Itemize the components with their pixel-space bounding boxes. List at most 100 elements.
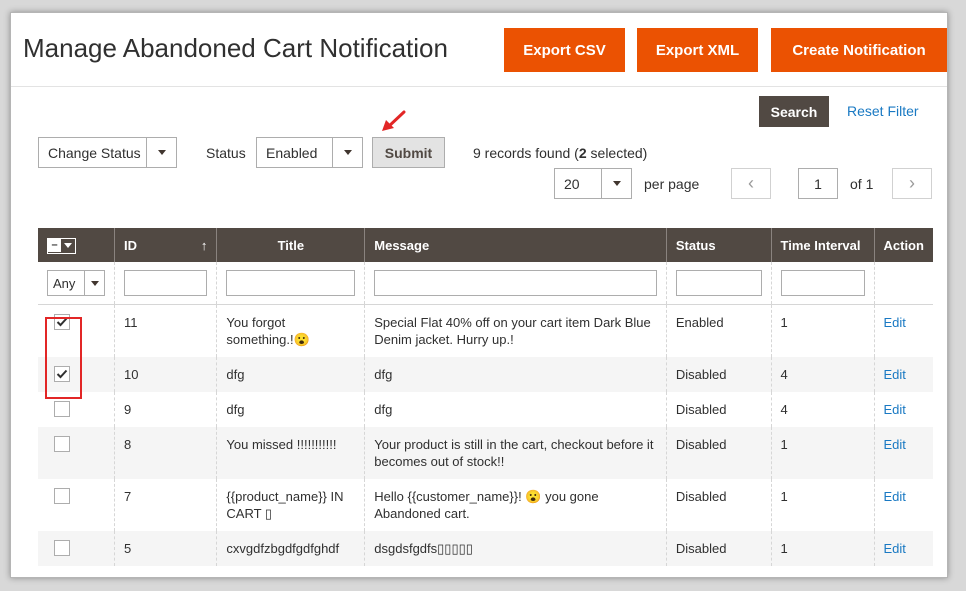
header-divider: [11, 86, 947, 87]
admin-page: Manage Abandoned Cart Notification Expor…: [10, 12, 948, 578]
row-action-cell: Edit: [873, 479, 933, 531]
row-status-cell: Disabled: [665, 427, 772, 479]
column-header-action: Action: [873, 228, 933, 262]
table-row: 5 cxvgdfzbgdfgdfghdf dsgdsfgdfs▯▯▯▯▯ Disabl…: [38, 531, 933, 566]
row-id-cell: 11: [113, 304, 217, 357]
row-checkbox-cell: [38, 531, 115, 566]
row-title-cell: dfg: [216, 392, 365, 427]
row-title-cell: You forgot something.!😮: [216, 304, 365, 357]
column-header-status[interactable]: Status: [665, 228, 772, 262]
prev-page-button[interactable]: ‹: [731, 168, 771, 199]
row-status-cell: Disabled: [665, 479, 772, 531]
filter-row: Any: [38, 262, 933, 305]
row-checkbox[interactable]: [54, 488, 70, 504]
column-header-id[interactable]: ID ↑: [113, 228, 217, 262]
page-number-input[interactable]: 1: [798, 168, 838, 199]
notifications-grid: – ID ↑ Title Message Status Time Interval…: [38, 228, 933, 566]
any-filter-select[interactable]: Any: [47, 270, 105, 296]
per-page-value: 20: [564, 175, 580, 192]
minus-icon: –: [48, 239, 61, 253]
table-row: 7 {{product_name}} IN CART ▯ Hello {{custo…: [38, 479, 933, 531]
row-checkbox[interactable]: [54, 540, 70, 556]
filter-cell-status: [665, 262, 772, 305]
row-action-cell: Edit: [873, 304, 933, 357]
table-row: 10 dfg dfg Disabled 4 Edit: [38, 357, 933, 392]
filter-cell-select: Any: [38, 262, 115, 305]
status-label: Status: [206, 145, 246, 161]
table-row: 11 You forgot something.!😮 Special Flat 40…: [38, 304, 933, 357]
edit-link[interactable]: Edit: [884, 402, 906, 417]
row-action-cell: Edit: [873, 357, 933, 392]
row-id-cell: 10: [113, 357, 217, 392]
reset-filter-link[interactable]: Reset Filter: [847, 103, 919, 119]
row-id-cell: 9: [113, 392, 217, 427]
filter-cell-message: [364, 262, 667, 305]
edit-link[interactable]: Edit: [884, 367, 906, 382]
filter-cell-action: [873, 262, 933, 305]
page-title: Manage Abandoned Cart Notification: [23, 33, 448, 63]
grid-header-row: – ID ↑ Title Message Status Time Interval…: [38, 228, 933, 262]
row-interval-cell: 4: [770, 357, 874, 392]
chevron-down-icon: [146, 138, 176, 167]
chevron-down-icon: [332, 138, 362, 167]
row-id-cell: 8: [113, 427, 217, 479]
status-select-value: Enabled: [266, 144, 318, 161]
create-notification-button[interactable]: Create Notification: [771, 28, 947, 72]
row-message-cell: Hello {{customer_name}}! 😮 you gone Aban…: [364, 479, 667, 531]
edit-link[interactable]: Edit: [884, 437, 906, 452]
annotation-arrow-icon: [382, 110, 406, 131]
column-header-title[interactable]: Title: [216, 228, 365, 262]
export-csv-button[interactable]: Export CSV: [504, 28, 625, 72]
column-header-time-interval[interactable]: Time Interval: [770, 228, 874, 262]
row-message-cell: dfg: [364, 392, 667, 427]
row-status-cell: Disabled: [665, 357, 772, 392]
row-interval-cell: 1: [770, 479, 874, 531]
filter-cell-id: [113, 262, 217, 305]
row-message-cell: Your product is still in the cart, check…: [364, 427, 667, 479]
page-total-label: of 1: [850, 176, 874, 192]
search-button[interactable]: Search: [759, 96, 829, 127]
filter-cell-interval: [770, 262, 874, 305]
row-title-cell: {{product_name}} IN CART ▯: [216, 479, 365, 531]
row-title-cell: dfg: [216, 357, 365, 392]
per-page-select[interactable]: 20: [554, 168, 632, 199]
records-count: 9 records found (2 selected): [473, 145, 648, 161]
message-filter-input[interactable]: [374, 270, 657, 296]
interval-filter-input[interactable]: [780, 270, 865, 296]
edit-link[interactable]: Edit: [884, 315, 906, 330]
row-interval-cell: 1: [770, 304, 874, 357]
row-message-cell: Special Flat 40% off on your cart item D…: [364, 304, 667, 357]
row-title-cell: You missed !!!!!!!!!!!: [216, 427, 365, 479]
mass-select-dropdown[interactable]: –: [47, 237, 76, 254]
mass-action-select[interactable]: Change Status: [38, 137, 177, 168]
row-id-cell: 5: [113, 531, 217, 566]
row-status-cell: Disabled: [665, 392, 772, 427]
row-checkbox[interactable]: [54, 436, 70, 452]
row-title-cell: cxvgdfzbgdfgdfghdf: [216, 531, 365, 566]
id-filter-input[interactable]: [124, 270, 208, 296]
row-checkbox-cell: [38, 479, 115, 531]
row-checkbox-cell: [38, 427, 115, 479]
row-action-cell: Edit: [873, 392, 933, 427]
row-action-cell: Edit: [873, 531, 933, 566]
submit-button[interactable]: Submit: [372, 137, 445, 168]
row-message-cell: dfg: [364, 357, 667, 392]
export-xml-button[interactable]: Export XML: [637, 28, 758, 72]
chevron-down-icon: [601, 169, 631, 198]
next-page-button[interactable]: ›: [892, 168, 932, 199]
status-select[interactable]: Enabled: [256, 137, 363, 168]
row-id-cell: 7: [113, 479, 217, 531]
per-page-label: per page: [644, 176, 700, 192]
row-interval-cell: 4: [770, 392, 874, 427]
edit-link[interactable]: Edit: [884, 489, 906, 504]
title-filter-input[interactable]: [226, 270, 356, 296]
status-filter-input[interactable]: [675, 270, 762, 296]
edit-link[interactable]: Edit: [884, 541, 906, 556]
filter-cell-title: [216, 262, 365, 305]
row-message-cell: dsgdsfgdfs▯▯▯▯▯: [364, 531, 667, 566]
row-interval-cell: 1: [770, 427, 874, 479]
column-header-message[interactable]: Message: [364, 228, 667, 262]
row-checkbox[interactable]: [54, 401, 70, 417]
mass-select-header[interactable]: –: [38, 228, 115, 262]
row-action-cell: Edit: [873, 427, 933, 479]
